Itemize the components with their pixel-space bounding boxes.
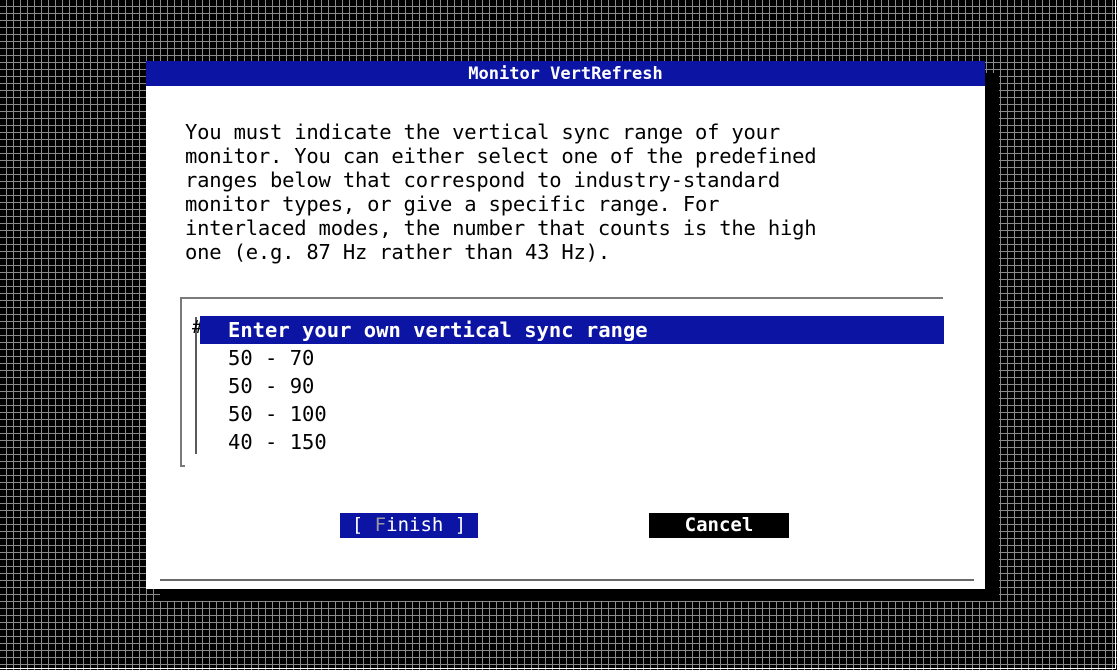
finish-button-bracket-left: [ xyxy=(351,514,375,536)
finish-button[interactable]: [ Finish ] xyxy=(340,513,478,538)
listbox-items: Enter your own vertical sync range 50 - … xyxy=(200,316,944,456)
list-item-40-150[interactable]: 40 - 150 xyxy=(200,428,944,456)
scrollbar-thumb-marker[interactable]: # xyxy=(192,319,203,337)
list-item-50-90[interactable]: 50 - 90 xyxy=(200,372,944,400)
sync-range-listbox[interactable]: # Enter your own vertical sync range 50 … xyxy=(180,297,944,467)
monitor-vertrefresh-dialog: Monitor VertRefresh You must indicate th… xyxy=(146,61,985,589)
list-item-own-range[interactable]: Enter your own vertical sync range xyxy=(200,316,944,344)
listbox-bottom-corner xyxy=(180,465,185,467)
cancel-button[interactable]: Cancel xyxy=(649,513,789,538)
finish-button-label-rest: inish ] xyxy=(386,514,467,536)
listbox-left-border xyxy=(180,297,182,467)
finish-button-hotkey: F xyxy=(374,514,387,536)
listbox-top-border xyxy=(182,297,943,299)
dialog-bottom-rule xyxy=(160,579,974,581)
list-item-50-70[interactable]: 50 - 70 xyxy=(200,344,944,372)
dialog-description: You must indicate the vertical sync rang… xyxy=(185,120,817,264)
dialog-title: Monitor VertRefresh xyxy=(146,61,985,86)
list-item-50-100[interactable]: 50 - 100 xyxy=(200,400,944,428)
